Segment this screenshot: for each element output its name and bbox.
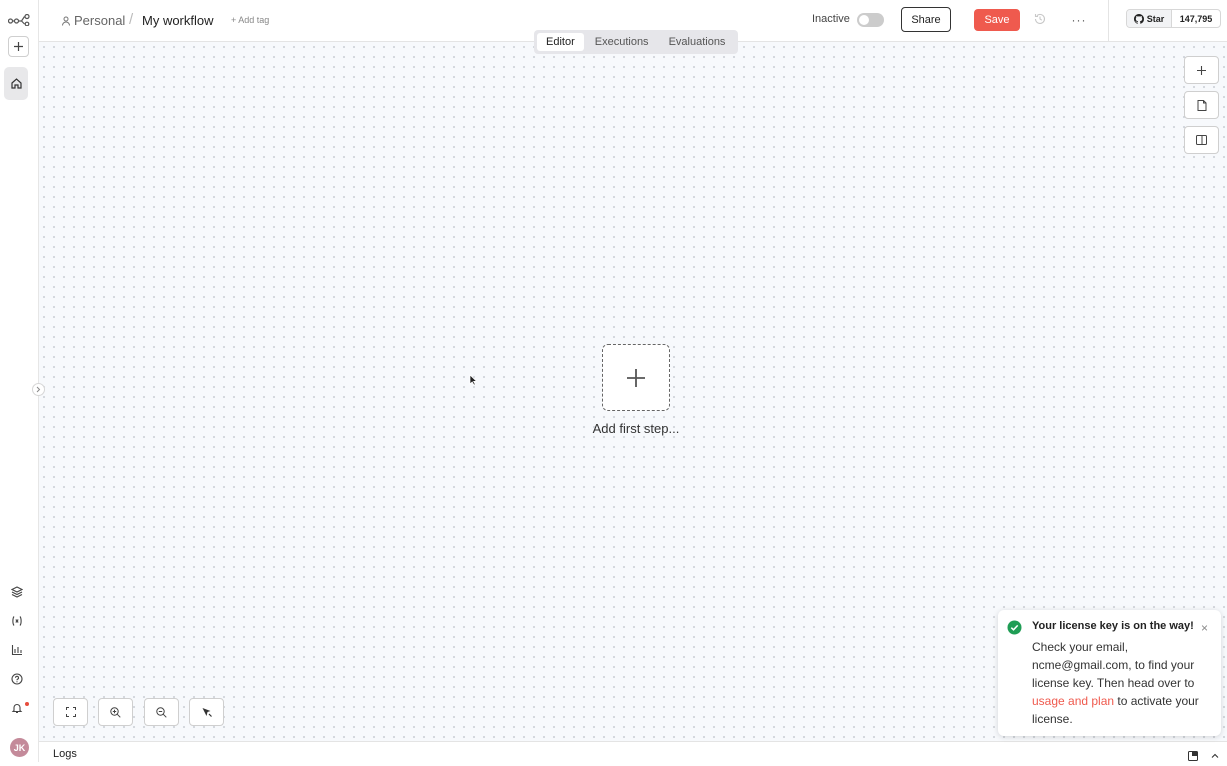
zoom-out-icon bbox=[156, 706, 167, 718]
help-icon bbox=[11, 673, 23, 685]
plus-icon bbox=[14, 42, 23, 51]
usage-and-plan-link[interactable]: usage and plan bbox=[1032, 694, 1114, 708]
workflow-name[interactable]: My workflow bbox=[142, 13, 214, 28]
sidebar-item-templates[interactable] bbox=[8, 583, 26, 601]
active-toggle[interactable] bbox=[857, 13, 884, 27]
github-star-button[interactable]: Star bbox=[1127, 10, 1172, 27]
zoom-out-button[interactable] bbox=[144, 698, 179, 726]
chevron-up-icon[interactable] bbox=[1210, 748, 1221, 759]
sidebar-item-insights[interactable] bbox=[8, 641, 26, 659]
user-avatar[interactable]: JK bbox=[10, 738, 29, 757]
tab-editor[interactable]: Editor bbox=[537, 33, 584, 51]
logs-label: Logs bbox=[53, 748, 77, 760]
breadcrumb-separator: / bbox=[129, 11, 134, 28]
logs-panel-bar[interactable]: Logs bbox=[39, 741, 1227, 762]
toast-message: Check your email, ncme@gmail.com, to fin… bbox=[1032, 638, 1207, 728]
add-first-step-label: Add first step... bbox=[592, 421, 680, 436]
history-icon bbox=[1034, 13, 1046, 25]
pop-out-icon[interactable] bbox=[1188, 748, 1199, 761]
home-icon bbox=[10, 78, 22, 89]
sidebar-item-notifications[interactable] bbox=[8, 699, 26, 717]
tidy-up-button[interactable] bbox=[189, 698, 224, 726]
breadcrumb-project[interactable]: Personal bbox=[61, 13, 125, 28]
header-divider bbox=[1108, 0, 1109, 41]
add-sticky-note-button[interactable] bbox=[1184, 91, 1219, 119]
zoom-in-icon bbox=[110, 706, 121, 718]
plus-icon bbox=[627, 368, 645, 387]
sticky-note-icon bbox=[1197, 99, 1206, 111]
more-options-button[interactable]: ··· bbox=[1070, 12, 1088, 28]
sidebar-item-help[interactable] bbox=[8, 670, 26, 688]
create-new-button[interactable] bbox=[8, 36, 29, 57]
plus-icon bbox=[1197, 65, 1206, 75]
wand-icon bbox=[202, 708, 212, 717]
add-first-step-button[interactable] bbox=[602, 344, 670, 411]
fit-view-icon bbox=[65, 707, 76, 717]
view-tabs: Editor Executions Evaluations bbox=[534, 30, 738, 54]
license-toast: Your license key is on the way! × Check … bbox=[998, 610, 1221, 736]
save-button[interactable]: Save bbox=[974, 9, 1020, 31]
main-sidebar: JK bbox=[0, 0, 39, 762]
variables-icon bbox=[12, 616, 22, 626]
toggle-knob bbox=[859, 15, 869, 25]
active-status-label: Inactive bbox=[812, 13, 850, 25]
mouse-cursor-icon bbox=[469, 373, 478, 391]
sidebar-item-variables[interactable] bbox=[8, 612, 26, 630]
sidebar-item-home[interactable] bbox=[4, 67, 28, 100]
workflow-history-button[interactable] bbox=[1033, 12, 1049, 28]
n8n-logo-icon[interactable] bbox=[7, 12, 31, 28]
github-star-label: Star bbox=[1146, 13, 1165, 24]
github-icon bbox=[1133, 13, 1144, 24]
tab-executions[interactable]: Executions bbox=[586, 33, 658, 51]
user-icon bbox=[62, 16, 70, 26]
toggle-side-panel-button[interactable] bbox=[1184, 126, 1219, 154]
toast-close-icon[interactable]: × bbox=[1201, 621, 1208, 635]
panel-icon bbox=[1196, 135, 1207, 145]
templates-icon bbox=[11, 586, 23, 598]
add-tag-button[interactable]: + Add tag bbox=[231, 15, 269, 25]
success-check-icon bbox=[1007, 620, 1022, 635]
github-star-widget[interactable]: Star 147,795 bbox=[1126, 9, 1221, 28]
open-nodes-panel-button[interactable] bbox=[1184, 56, 1219, 84]
chevron-right-icon bbox=[36, 386, 41, 393]
share-button[interactable]: Share bbox=[901, 7, 951, 32]
sidebar-collapse-toggle[interactable] bbox=[32, 383, 45, 396]
breadcrumb-project-label: Personal bbox=[74, 13, 126, 28]
bell-icon bbox=[11, 704, 23, 714]
tab-evaluations[interactable]: Evaluations bbox=[660, 33, 735, 51]
zoom-to-fit-button[interactable] bbox=[53, 698, 88, 726]
chart-bar-icon bbox=[11, 645, 22, 656]
toast-title: Your license key is on the way! bbox=[1032, 620, 1194, 632]
notification-dot bbox=[25, 702, 29, 706]
github-star-count: 147,795 bbox=[1179, 13, 1213, 24]
toast-message-text: Check your email, ncme@gmail.com, to fin… bbox=[1032, 640, 1195, 690]
zoom-in-button[interactable] bbox=[98, 698, 133, 726]
